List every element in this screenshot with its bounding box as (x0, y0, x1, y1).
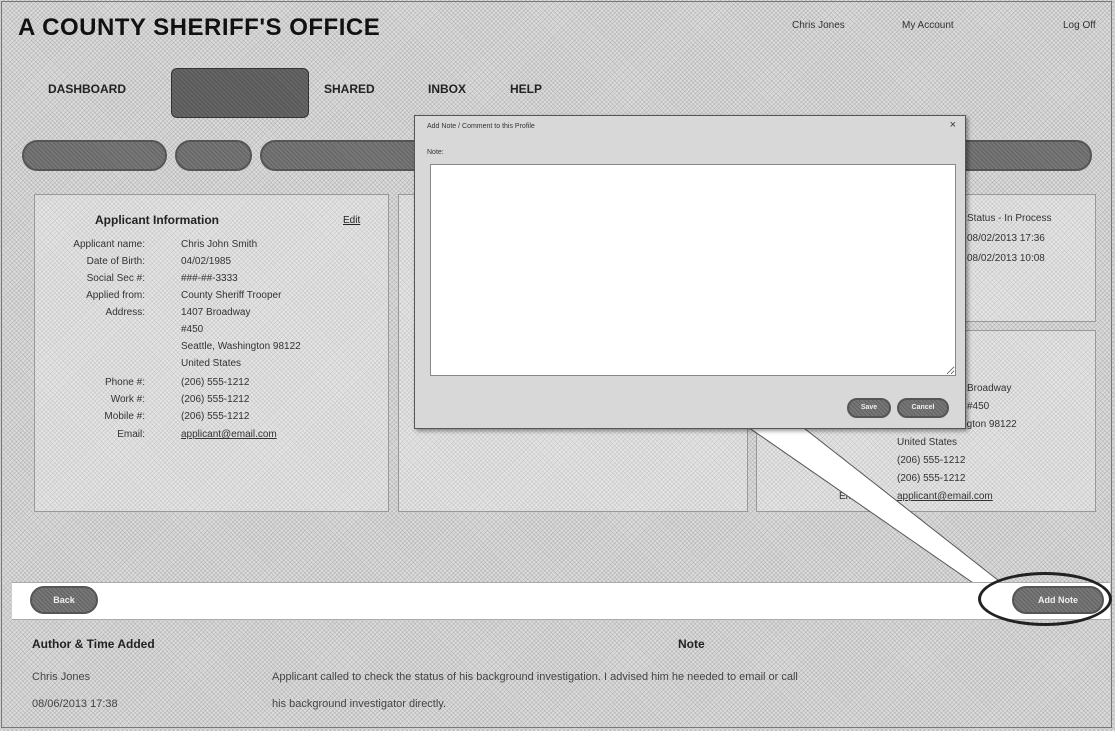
work-label: Work #: (110, 394, 145, 405)
log-off-link[interactable]: Log Off (1063, 20, 1096, 31)
phone-value: (206) 555-1212 (181, 377, 250, 388)
add-note-dialog: Add Note / Comment to this Profile × Not… (414, 115, 966, 429)
status-date-2: 08/02/2013 10:08 (967, 253, 1045, 264)
tab-dashboard[interactable]: DASHBOARD (48, 82, 126, 96)
action-button-4[interactable] (950, 140, 1092, 171)
note-field-label: Note: (427, 149, 444, 156)
app-title: A COUNTY SHERIFF'S OFFICE (18, 14, 381, 41)
save-button[interactable]: Save (847, 398, 891, 418)
back-button[interactable]: Back (30, 586, 98, 614)
tab-inbox[interactable]: INBOX (428, 82, 466, 96)
note-author: Chris Jones (32, 671, 91, 683)
author-column-header: Author & Time Added (32, 637, 155, 651)
action-button-2[interactable] (175, 140, 252, 171)
user-name-link[interactable]: Chris Jones (792, 20, 845, 31)
tab-shared[interactable]: SHARED (324, 82, 375, 96)
mobile-label: Mobile #: (104, 411, 145, 422)
ssn-value: ###-##-3333 (181, 273, 238, 284)
my-account-link[interactable]: My Account (902, 20, 954, 31)
email-value[interactable]: applicant@email.com (181, 429, 277, 440)
status-line: Status - In Process (967, 213, 1052, 224)
note-text-line-1: Applicant called to check the status of … (272, 671, 798, 683)
status-date-1: 08/02/2013 17:36 (967, 233, 1045, 244)
phone-label: Phone #: (104, 377, 145, 388)
right-phone-2: (206) 555-1212 (897, 473, 966, 484)
note-column-header: Note (678, 637, 705, 651)
address-label: Address: (105, 307, 145, 318)
ssn-label: Social Sec #: (86, 273, 145, 284)
applied-from-label: Applied from: (86, 290, 145, 301)
right-address-line-2: #450 (967, 401, 990, 412)
applicant-info-title: Applicant Information (95, 213, 219, 227)
address-line-4: United States (181, 358, 242, 369)
work-value: (206) 555-1212 (181, 394, 250, 405)
right-email-label: Email: (839, 491, 867, 502)
action-button-3[interactable] (260, 140, 430, 171)
cancel-button[interactable]: Cancel (897, 398, 949, 418)
applied-from-value: County Sheriff Trooper (181, 290, 282, 301)
note-textarea[interactable] (430, 164, 956, 376)
dob-label: Date of Birth: (86, 256, 145, 267)
dialog-title: Add Note / Comment to this Profile (427, 123, 535, 130)
dob-value: 04/02/1985 (181, 256, 232, 267)
right-email-value[interactable]: applicant@email.com (897, 491, 993, 502)
action-button-1[interactable] (22, 140, 167, 171)
applicant-info-panel: Applicant Information Edit Applicant nam… (34, 194, 389, 512)
right-address-line-1: Broadway (967, 383, 1012, 394)
tab-active[interactable] (171, 68, 309, 118)
note-text-line-2: his background investigator directly. (272, 698, 447, 710)
edit-link[interactable]: Edit (343, 215, 360, 226)
note-time: 08/06/2013 17:38 (32, 698, 118, 710)
close-icon[interactable]: × (950, 119, 956, 131)
address-line-1: 1407 Broadway (181, 307, 251, 318)
mobile-value: (206) 555-1212 (181, 411, 250, 422)
tab-help[interactable]: HELP (510, 82, 542, 96)
email-label: Email: (117, 429, 145, 440)
name-value: Chris John Smith (181, 239, 258, 250)
right-address-line-4: United States (897, 437, 958, 448)
right-phone-1: (206) 555-1212 (897, 455, 966, 466)
address-line-2: #450 (181, 324, 204, 335)
add-note-button[interactable]: Add Note (1012, 586, 1104, 614)
name-label: Applicant name: (73, 239, 145, 250)
notes-toolbar (12, 582, 1110, 620)
address-line-3: Seattle, Washington 98122 (181, 341, 301, 352)
